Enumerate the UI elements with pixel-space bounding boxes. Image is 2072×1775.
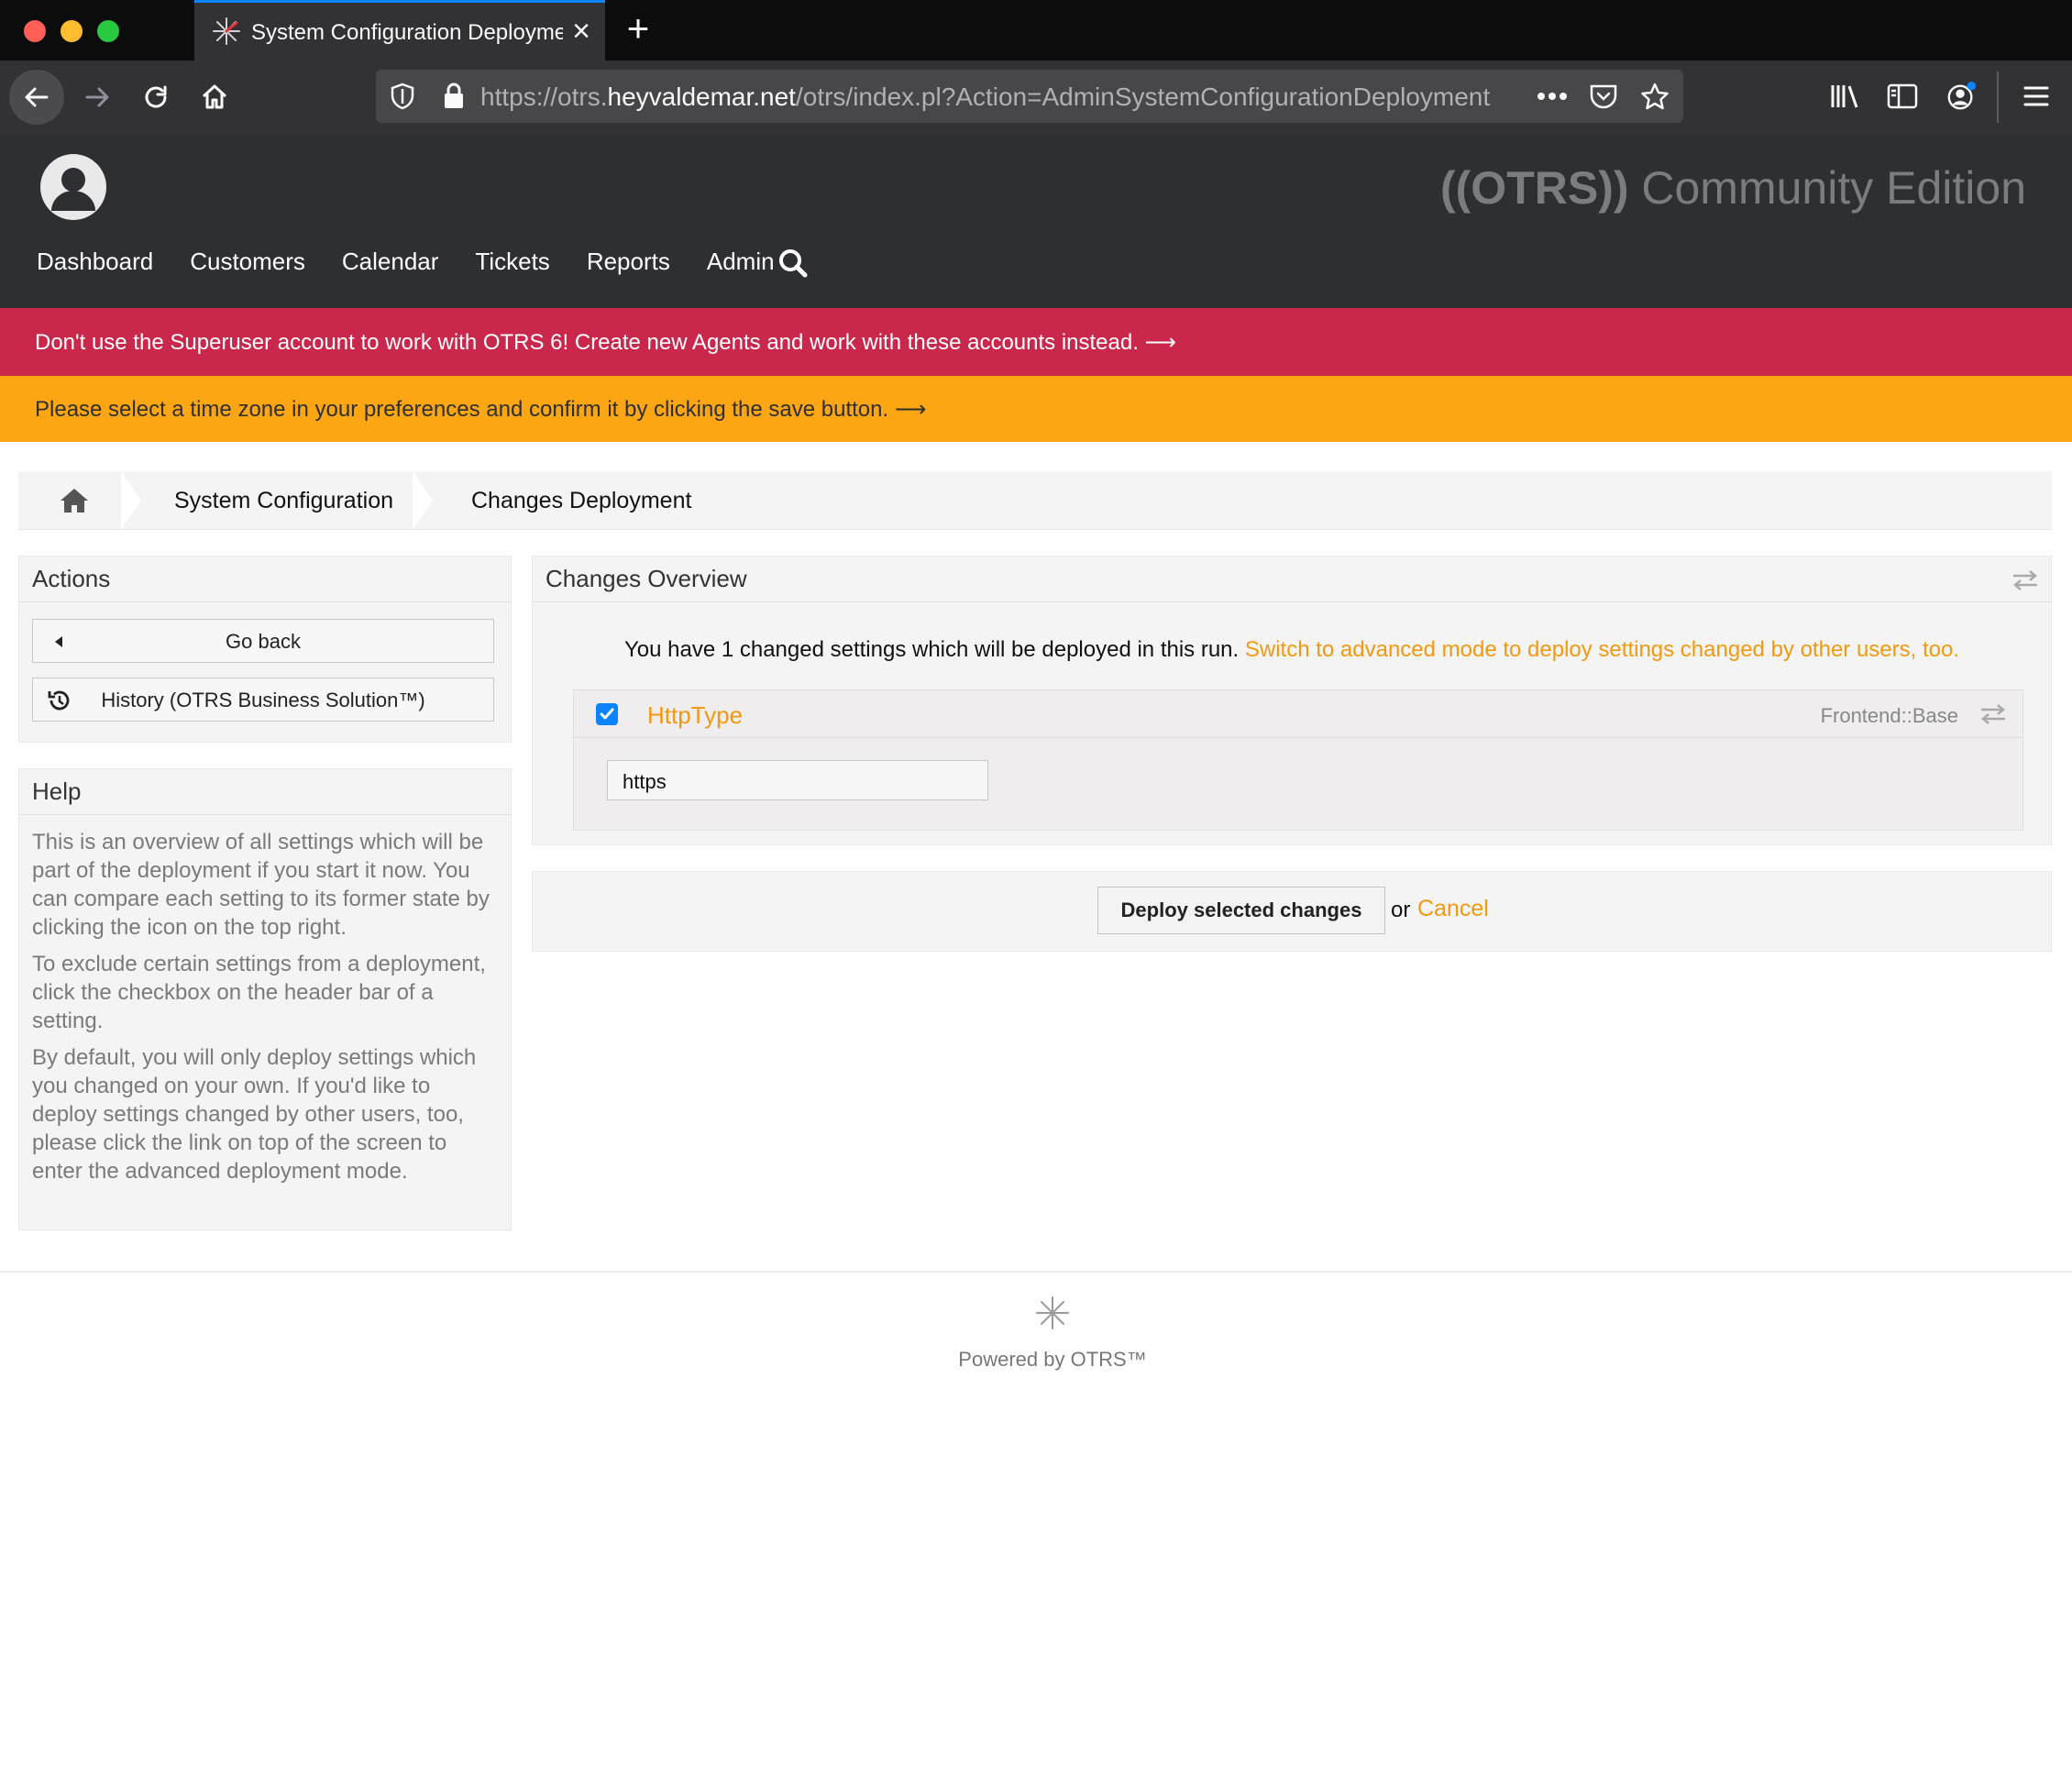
superuser-warning-text: Don't use the Superuser account to work … [35,329,1176,355]
breadcrumb-changes-deployment: Changes Deployment [471,488,692,513]
back-button[interactable] [9,70,64,125]
breadcrumb-separator [121,471,141,530]
nav-reports[interactable]: Reports [587,248,670,276]
changes-overview-widget: Changes Overview You have 1 changed sett… [532,556,2052,845]
footer-divider [0,1271,2072,1273]
help-paragraph: This is an overview of all settings whic… [32,830,490,940]
timezone-notice[interactable]: Please select a time zone in your prefer… [0,376,2072,442]
otrs-header: ((OTRS)) Community Edition Dashboard Cus… [0,134,2072,308]
reload-button[interactable] [128,70,183,125]
otrs-brand-logo: ((OTRS)) Community Edition [1440,162,2026,214]
compare-icon[interactable] [2011,569,2040,591]
checkmark-icon [600,708,614,720]
help-paragraph: By default, you will only deploy setting… [32,1045,477,1184]
go-back-button[interactable]: Go back [32,619,494,663]
history-button[interactable]: History (OTRS Business Solution™) [32,678,494,722]
nav-customers[interactable]: Customers [190,248,305,276]
advanced-mode-link[interactable]: Switch to advanced mode to deploy settin… [1245,637,1959,662]
new-tab-button[interactable]: + [618,9,658,50]
minimize-window-button[interactable] [61,20,83,42]
timezone-notice-text: Please select a time zone in your prefer… [35,396,927,422]
nav-calendar[interactable]: Calendar [342,248,439,276]
help-text: This is an overview of all settings whic… [19,815,511,1207]
url-bar[interactable]: https://otrs.heyvaldemar.net/otrs/index.… [376,70,1683,123]
superuser-warning[interactable]: Don't use the Superuser account to work … [0,308,2072,376]
hamburger-menu-icon[interactable] [2021,81,2052,112]
browser-tab-bar: System Configuration Deployment × + [0,0,2072,61]
search-icon[interactable] [777,248,809,279]
deploy-bar: Deploy selected changes or Cancel [532,871,2052,952]
help-widget: Help This is an overview of all settings… [18,768,512,1230]
or-text: or [1391,898,1411,922]
compare-icon[interactable] [1978,703,2008,725]
otrs-logo-icon[interactable] [1034,1295,1071,1331]
more-actions-icon[interactable] [1537,81,1568,112]
maximize-window-button[interactable] [97,20,119,42]
cancel-link[interactable]: Cancel [1417,896,1489,922]
nav-tickets[interactable]: Tickets [475,248,549,276]
home-button[interactable] [187,70,242,125]
browser-tab[interactable]: System Configuration Deployment × [194,0,605,61]
tab-title: System Configuration Deployment [251,20,563,45]
sidebar-toggle-icon[interactable] [1887,81,1918,112]
help-title: Help [19,769,511,815]
user-silhouette-icon [51,168,95,211]
home-icon[interactable] [59,486,90,515]
setting-namespace: Frontend::Base [1820,704,1958,727]
user-avatar[interactable] [40,154,106,220]
home-icon [202,84,227,109]
actions-title: Actions [19,557,511,602]
otrs-favicon-icon [213,17,240,45]
powered-by-text[interactable]: Powered by OTRS™ [0,1348,2072,1372]
toolbar-separator [1997,72,1999,123]
help-paragraph: To exclude certain settings from a deplo… [32,952,486,1033]
arrow-left-icon [25,87,49,107]
bookmark-star-icon[interactable] [1639,81,1670,112]
nav-admin[interactable]: Admin [707,248,775,276]
changed-settings-message: You have 1 changed settings which will b… [623,637,1960,662]
close-window-button[interactable] [24,20,46,42]
reload-icon [145,85,167,108]
main-navigation: Dashboard Customers Calendar Tickets Rep… [37,248,811,276]
arrow-right-icon [85,87,109,107]
setting-httptype: HttpType Frontend::Base https [573,689,2023,831]
nav-dashboard[interactable]: Dashboard [37,248,153,276]
browser-nav-bar: https://otrs.heyvaldemar.net/otrs/index.… [0,61,2072,134]
shield-icon[interactable] [387,81,418,112]
setting-checkbox[interactable] [596,703,618,725]
pocket-icon[interactable] [1588,81,1619,112]
url-text[interactable]: https://otrs.heyvaldemar.net/otrs/index.… [480,83,1516,112]
breadcrumb-system-configuration[interactable]: System Configuration [174,488,393,514]
account-icon[interactable] [1945,81,1977,112]
close-tab-icon[interactable]: × [563,13,600,50]
deploy-selected-changes-button[interactable]: Deploy selected changes [1097,887,1385,934]
lock-icon[interactable] [438,81,469,112]
changes-overview-title: Changes Overview [533,557,2051,602]
setting-value-field[interactable]: https [607,760,988,800]
breadcrumb: System Configuration Changes Deployment [18,471,2052,530]
setting-name[interactable]: HttpType [647,701,743,730]
actions-widget: Actions Go back History (OTRS Business S… [18,556,512,743]
breadcrumb-separator [413,471,433,530]
forward-button[interactable] [70,70,125,125]
setting-header: HttpType Frontend::Base [574,690,2022,738]
library-icon[interactable] [1830,81,1861,112]
